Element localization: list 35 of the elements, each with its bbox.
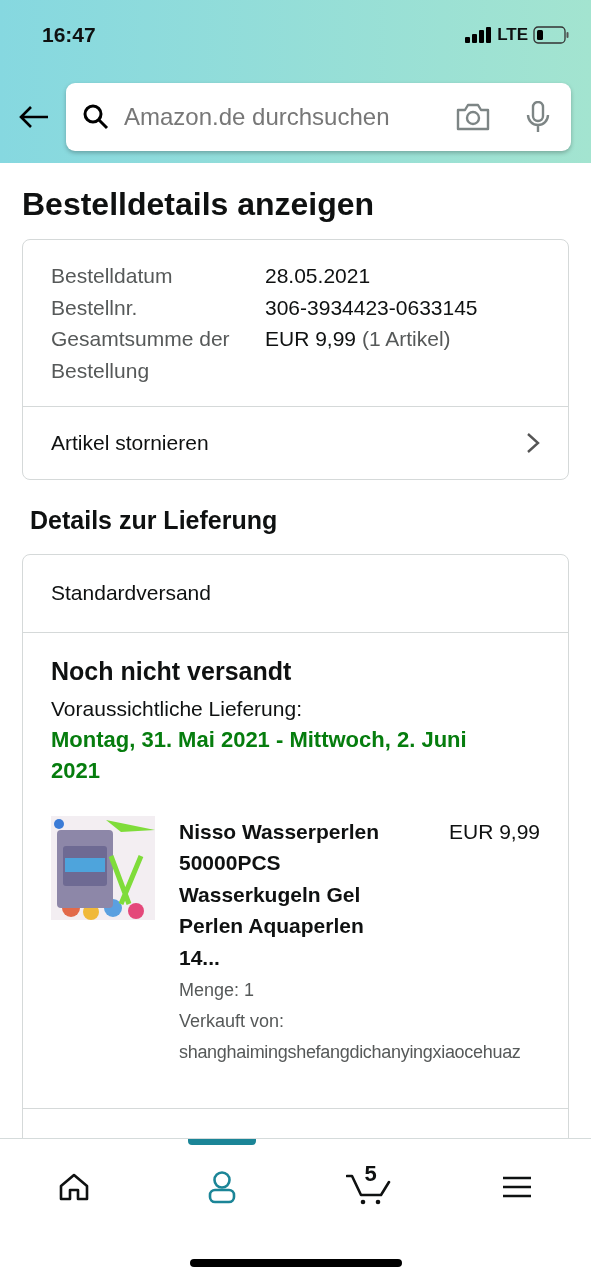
- seller-label: Verkauft von:: [179, 1010, 286, 1033]
- product-price: EUR 9,99: [448, 818, 540, 845]
- summary-label: Gesamtsumme der Bestellung: [51, 326, 231, 384]
- summary-value: 306-3934423-0633145: [265, 294, 479, 321]
- seller-name: shanghaimingshefangdichanyingxiaocehuaz: [179, 1041, 522, 1064]
- camera-icon[interactable]: [455, 102, 491, 131]
- summary-label: Bestelldatum: [51, 263, 174, 289]
- battery-icon: [533, 26, 569, 44]
- shipment-status: Noch nicht versandt: [51, 655, 293, 687]
- menu-icon: [502, 1175, 533, 1199]
- back-icon[interactable]: [18, 104, 50, 129]
- delivery-estimate: Montag, 31. Mai 2021 - Mittwoch, 2. Juni 2021: [51, 725, 468, 785]
- chevron-icon: [526, 432, 540, 454]
- estimate-label: Voraussichtliche Lieferung:: [51, 695, 303, 722]
- cancel-items-link[interactable]: Artikel stornieren: [23, 406, 568, 479]
- nav-tab[interactable]: 5: [329, 1153, 410, 1221]
- tab-indicator: [187, 1139, 256, 1145]
- quantity-text: Menge: 1: [179, 979, 256, 1002]
- product-title[interactable]: Nisso Wasserperlen 50000PCS Wasserkugeln Gel Perlen Aquaperlen 14...: [179, 815, 409, 973]
- signal-icon: [465, 27, 493, 43]
- summary-value: EUR 9,99 (1 Artikel): [265, 326, 452, 352]
- summary-value: 28.05.2021: [265, 263, 372, 289]
- search-icon: [82, 102, 110, 131]
- cart-count: 5: [364, 1163, 377, 1185]
- section-heading: Details zur Lieferung: [30, 505, 279, 536]
- microphone-icon[interactable]: [525, 100, 551, 133]
- search-bar[interactable]: Amazon.de durchsuchen: [66, 82, 571, 151]
- status-time: 16:47: [42, 22, 96, 49]
- person-icon: [206, 1170, 237, 1204]
- summary-label: Bestellnr.: [51, 294, 139, 321]
- shipping-method: Standardversand: [51, 580, 211, 607]
- home-icon: [57, 1172, 90, 1202]
- page-title: Bestelldetails anzeigen: [22, 185, 376, 223]
- search-field[interactable]: Amazon.de durchsuchen: [124, 98, 441, 135]
- network-label: LTE: [497, 24, 528, 47]
